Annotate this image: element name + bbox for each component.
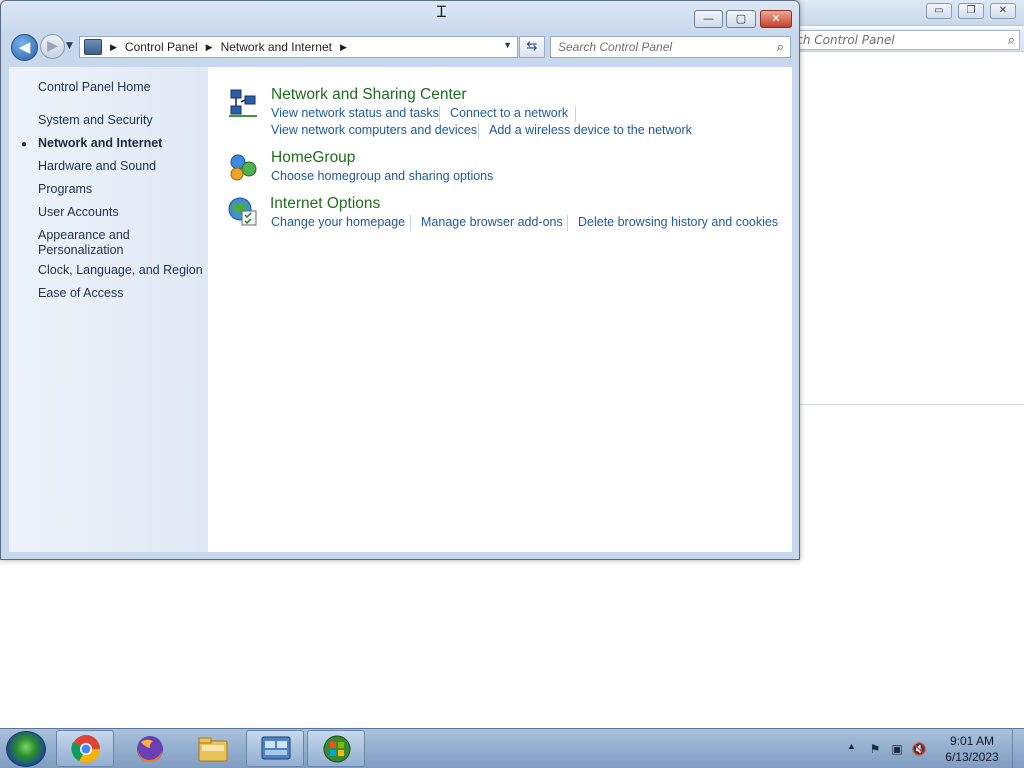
address-dropdown-button[interactable]: ▼ (503, 40, 512, 50)
network-sharing-icon (229, 89, 257, 117)
file-explorer-icon (198, 737, 228, 762)
internet-options-icon (228, 197, 257, 226)
taskbar: ▲ ⚑ ▣ 🔇 9:01 AM 6/13/2023 (0, 728, 1024, 768)
link-separator (410, 215, 411, 231)
link-separator (439, 106, 440, 122)
close-button[interactable]: ✕ (760, 10, 792, 28)
search-icon[interactable]: ⌕ (777, 39, 784, 55)
network-icon[interactable]: ▣ (889, 741, 905, 757)
sidebar: Control Panel Home System and Security ●… (9, 67, 208, 552)
link-separator (567, 215, 568, 231)
bg-search-placeholder: Search Control Panel (795, 33, 895, 47)
current-item-bullet: ● (21, 139, 28, 150)
sidebar-item-ease-of-access[interactable]: Ease of Access (38, 286, 123, 300)
link-separator (478, 123, 479, 139)
link-view-network-computers[interactable]: View network computers and devices (271, 123, 477, 137)
breadcrumb-separator[interactable]: ▶ (206, 42, 213, 53)
internet-options-title[interactable]: Internet Options (270, 195, 380, 213)
link-change-homepage[interactable]: Change your homepage (271, 215, 405, 229)
network-sharing-center-title[interactable]: Network and Sharing Center (271, 86, 467, 104)
breadcrumb-network-and-internet[interactable]: Network and Internet (221, 40, 332, 54)
sidebar-item-programs[interactable]: Programs (38, 182, 92, 196)
back-button[interactable]: ◀ (11, 34, 38, 61)
volume-muted-icon[interactable]: 🔇 (911, 741, 927, 757)
bg-search-input[interactable]: Search Control Panel ⌕ (794, 30, 1020, 50)
search-icon[interactable]: ⌕ (1008, 33, 1015, 48)
refresh-button[interactable]: ⇆ (519, 36, 545, 58)
show-hidden-icons-button[interactable]: ▲ (847, 741, 856, 751)
titlebar[interactable]: — ▢ ✕ (1, 1, 799, 33)
start-button[interactable] (6, 731, 46, 767)
link-connect-to-network[interactable]: Connect to a network (450, 106, 568, 120)
control-panel-window: — ▢ ✕ ◀ ▶ ▼ ▶ Control Panel ▶ Network an… (0, 0, 800, 560)
minimize-button[interactable]: — (694, 10, 723, 28)
bg-minimize-button[interactable]: ▭ (926, 3, 952, 19)
action-center-flag-icon[interactable]: ⚑ (867, 741, 883, 757)
background-window: ▭ ❐ ✕ Search Control Panel ⌕ (790, 0, 1024, 768)
link-choose-homegroup[interactable]: Choose homegroup and sharing options (271, 169, 493, 183)
control-panel-icon (84, 39, 102, 55)
sidebar-item-user-accounts[interactable]: User Accounts (38, 205, 119, 219)
windows-update-icon (323, 735, 351, 763)
sidebar-item-appearance-and-personalization[interactable]: Appearance and Personalization (38, 228, 130, 258)
breadcrumb-separator[interactable]: ▶ (110, 42, 117, 53)
breadcrumb-control-panel[interactable]: Control Panel (125, 40, 198, 54)
bg-restore-button[interactable]: ❐ (958, 3, 984, 19)
link-view-network-status[interactable]: View network status and tasks (271, 106, 439, 120)
search-input[interactable]: Search Control Panel ⌕ (550, 36, 791, 58)
link-manage-addons[interactable]: Manage browser add-ons (421, 215, 563, 229)
text-cursor-icon: Ɪ (437, 2, 446, 21)
show-desktop-button[interactable] (1012, 729, 1024, 768)
taskbar-chrome[interactable] (56, 730, 114, 767)
taskbar-control-panel[interactable] (246, 730, 304, 767)
bg-close-button[interactable]: ✕ (990, 3, 1016, 19)
firefox-icon (137, 736, 163, 763)
taskbar-firefox[interactable] (120, 730, 178, 767)
homegroup-title[interactable]: HomeGroup (271, 149, 355, 167)
chrome-icon (71, 735, 100, 763)
forward-button[interactable]: ▶ (40, 34, 65, 59)
sidebar-item-system-and-security[interactable]: System and Security (38, 113, 153, 127)
bg-divider (790, 404, 1024, 405)
address-bar[interactable]: ▶ Control Panel ▶ Network and Internet ▶… (79, 36, 518, 58)
background-address-row: Search Control Panel ⌕ (790, 28, 1024, 52)
taskbar-file-explorer[interactable] (183, 730, 241, 767)
sidebar-item-control-panel-home[interactable]: Control Panel Home (38, 80, 151, 94)
category-content: Network and Sharing Center View network … (208, 67, 792, 552)
link-delete-browsing-history[interactable]: Delete browsing history and cookies (578, 215, 778, 229)
control-panel-icon (261, 736, 291, 760)
taskbar-windows-update[interactable] (307, 730, 365, 767)
link-separator (575, 106, 576, 122)
search-placeholder: Search Control Panel (558, 40, 673, 54)
breadcrumb-separator[interactable]: ▶ (340, 42, 347, 53)
sidebar-item-hardware-and-sound[interactable]: Hardware and Sound (38, 159, 156, 173)
system-tray: ▲ ⚑ ▣ 🔇 9:01 AM 6/13/2023 (843, 729, 1024, 768)
recent-pages-dropdown[interactable]: ▼ (66, 41, 73, 51)
background-titlebar: ▭ ❐ ✕ (790, 0, 1024, 26)
link-add-wireless-device[interactable]: Add a wireless device to the network (489, 123, 692, 137)
clock-date[interactable]: 6/13/2023 (927, 750, 1017, 764)
maximize-button[interactable]: ▢ (726, 10, 756, 28)
sidebar-item-clock-language-region[interactable]: Clock, Language, and Region (38, 263, 203, 277)
homegroup-icon (230, 154, 257, 181)
sidebar-item-network-and-internet: Network and Internet (38, 136, 163, 150)
clock-time[interactable]: 9:01 AM (927, 734, 1017, 748)
